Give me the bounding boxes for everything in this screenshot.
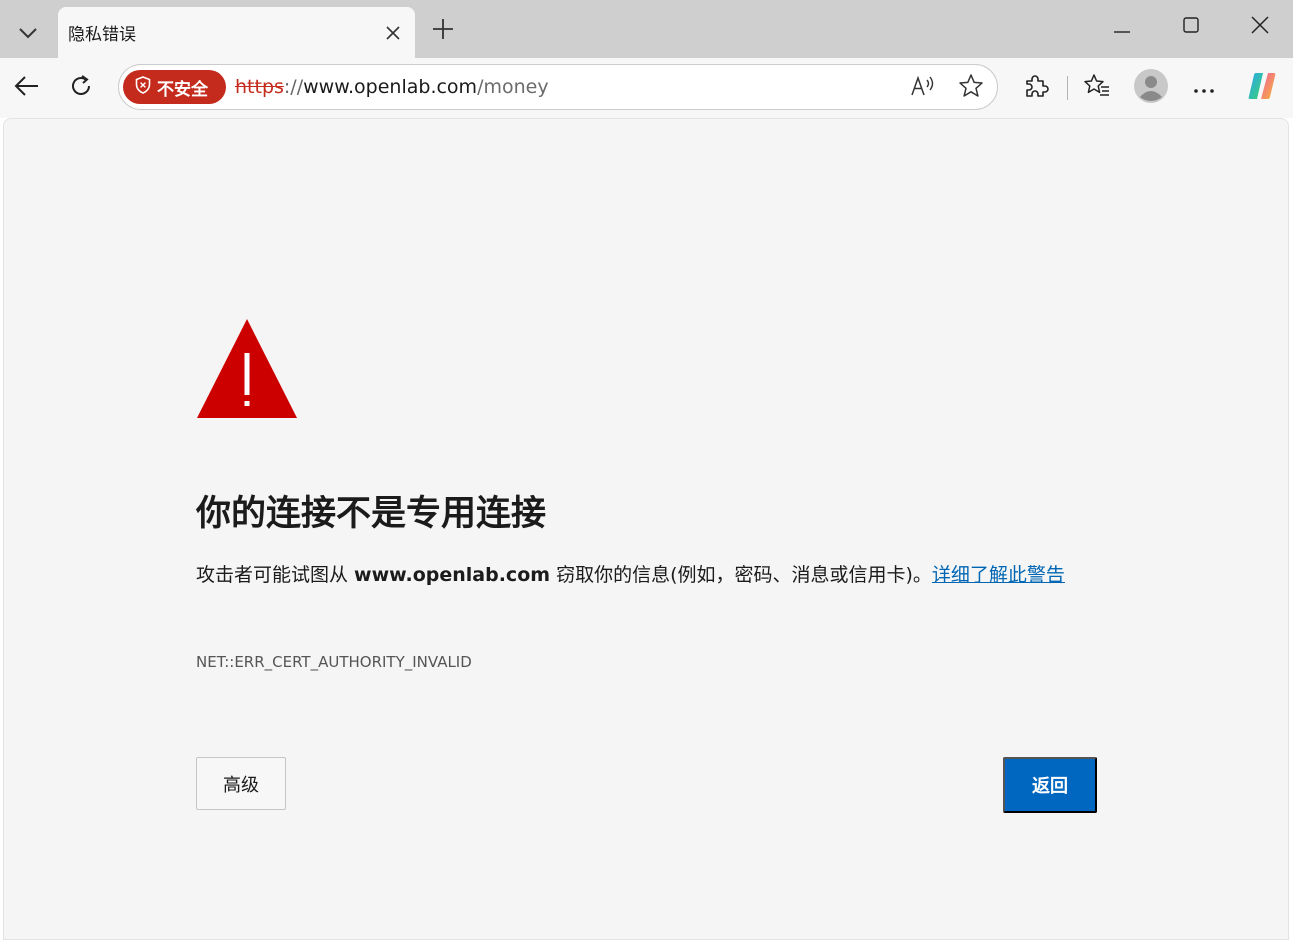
error-description: 攻击者可能试图从 www.openlab.com 窃取你的信息(例如，密码、消息… — [196, 557, 1096, 594]
error-title: 你的连接不是专用连接 — [196, 494, 547, 534]
back-arrow-icon — [14, 75, 40, 101]
close-icon — [1251, 16, 1269, 38]
description-host: www.openlab.com — [354, 564, 551, 586]
maximize-button[interactable] — [1168, 6, 1214, 48]
url-path: /money — [477, 76, 549, 98]
close-window-button[interactable] — [1237, 6, 1283, 48]
more-icon — [1193, 79, 1215, 98]
tab-title: 隐私错误 — [68, 25, 136, 45]
warning-triangle-icon — [196, 317, 298, 423]
description-prefix: 攻击者可能试图从 — [196, 564, 355, 586]
read-aloud-button[interactable] — [907, 72, 939, 104]
learn-more-link[interactable]: 详细了解此警告 — [932, 564, 1065, 586]
refresh-icon — [68, 73, 94, 103]
error-code: NET::ERR_CERT_AUTHORITY_INVALID — [196, 653, 472, 671]
profile-button[interactable] — [1131, 68, 1171, 108]
security-indicator[interactable]: 不安全 — [123, 70, 226, 104]
minimize-button[interactable] — [1099, 6, 1145, 48]
read-aloud-icon — [910, 75, 936, 101]
active-tab[interactable]: 隐私错误 — [58, 7, 415, 58]
copilot-icon — [1246, 70, 1278, 106]
tab-actions-button[interactable] — [8, 15, 48, 51]
error-page: 你的连接不是专用连接 攻击者可能试图从 www.openlab.com 窃取你的… — [3, 118, 1289, 940]
plus-icon — [432, 18, 454, 44]
url-separator: :// — [283, 76, 304, 98]
add-favorite-button[interactable] — [955, 72, 987, 104]
extensions-button[interactable] — [1016, 68, 1056, 108]
toolbar: 不安全 https://www.openlab.com/money — [0, 58, 1293, 118]
maximize-icon — [1183, 17, 1199, 37]
address-bar[interactable]: 不安全 https://www.openlab.com/money — [118, 64, 998, 110]
advanced-button[interactable]: 高级 — [196, 757, 286, 810]
profile-avatar-icon — [1134, 69, 1168, 107]
shield-icon — [135, 76, 151, 98]
more-button[interactable] — [1184, 68, 1224, 108]
favorites-button[interactable] — [1077, 68, 1117, 108]
back-button[interactable] — [7, 68, 47, 108]
url-scheme: https — [235, 76, 284, 98]
copilot-button[interactable] — [1242, 68, 1282, 108]
favorites-list-icon — [1083, 73, 1111, 103]
toolbar-divider — [1067, 76, 1068, 100]
chevron-down-icon — [18, 24, 38, 43]
url-host: www.openlab.com — [303, 76, 478, 98]
back-to-safety-button[interactable]: 返回 — [1003, 757, 1097, 813]
refresh-button[interactable] — [61, 68, 101, 108]
tab-bar: 隐私错误 — [0, 0, 1293, 58]
minimize-icon — [1114, 18, 1130, 37]
extensions-icon — [1023, 73, 1049, 103]
favorite-star-icon — [958, 73, 984, 103]
url-text[interactable]: https://www.openlab.com/money — [235, 76, 549, 98]
close-icon[interactable] — [380, 20, 406, 46]
description-suffix: 窃取你的信息(例如，密码、消息或信用卡)。 — [550, 564, 932, 586]
new-tab-button[interactable] — [424, 12, 462, 50]
security-label: 不安全 — [157, 79, 208, 100]
